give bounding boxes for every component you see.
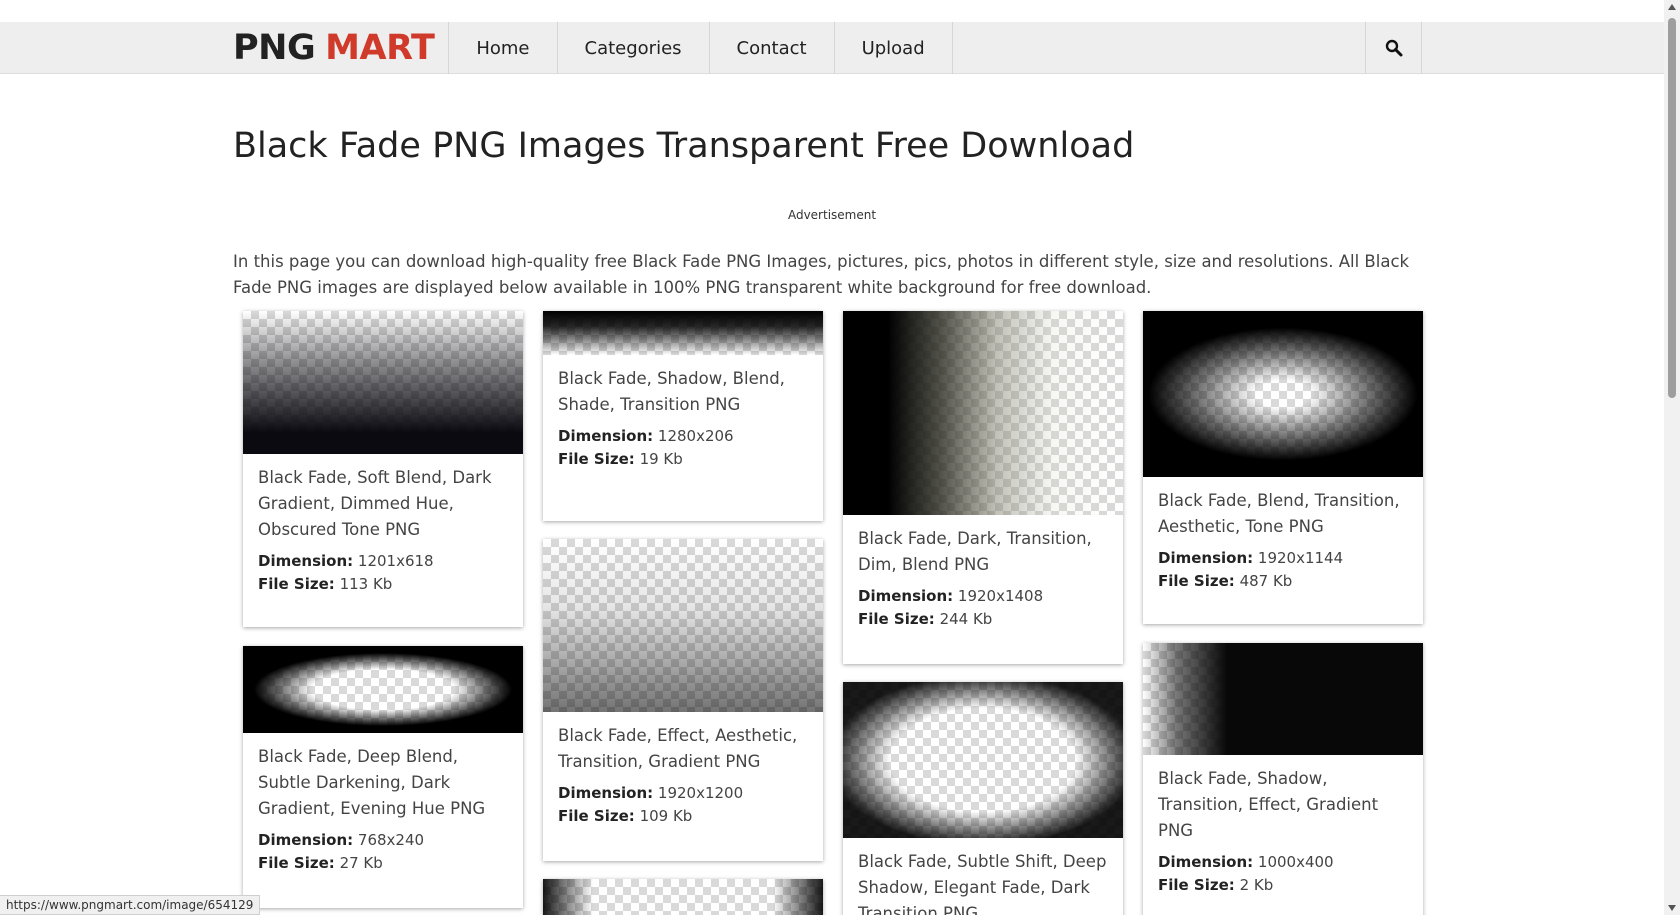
card-meta: Dimension: 1920x1408 File Size: 244 Kb [858, 585, 1108, 631]
scroll-up-arrow-icon[interactable] [1668, 4, 1676, 10]
dimension-label: Dimension: [858, 587, 954, 605]
image-card[interactable]: Black Fade, Effect, Aesthetic, Transitio… [543, 539, 823, 861]
file-size-label: File Size: [258, 854, 335, 872]
dimension-value: 1000x400 [1257, 853, 1334, 871]
file-size-label: File Size: [558, 450, 635, 468]
card-title: Black Fade, Soft Blend, Dark Gradient, D… [258, 468, 492, 539]
dimension-label: Dimension: [558, 784, 654, 802]
scroll-down-arrow-icon[interactable] [1668, 905, 1676, 911]
card-meta: Dimension: 1280x206 File Size: 19 Kb [558, 425, 808, 471]
file-size-label: File Size: [1158, 572, 1235, 590]
card-title: Black Fade, Shadow, Transition, Effect, … [1158, 769, 1379, 840]
card-meta: Dimension: 1920x1144 File Size: 487 Kb [1158, 547, 1408, 593]
thumbnail-image [543, 879, 823, 915]
thumbnail-image [543, 539, 823, 712]
image-card[interactable]: Black Fade, Shadow, Transition, Effect, … [1143, 643, 1423, 915]
nav-inner: PNG MART Home Categories Contact Upload [233, 22, 953, 74]
dimension-value: 1920x1408 [957, 587, 1044, 605]
thumbnail-image [243, 311, 523, 454]
card-meta: Dimension: 1000x400 File Size: 2 Kb [1158, 851, 1408, 897]
dimension-value: 1920x1200 [657, 784, 744, 802]
dimension-label: Dimension: [258, 552, 354, 570]
vertical-scrollbar[interactable] [1664, 0, 1680, 915]
card-title: Black Fade, Dark, Transition, Dim, Blend… [858, 529, 1092, 574]
nav-home[interactable]: Home [449, 22, 558, 74]
card-title: Black Fade, Shadow, Blend, Shade, Transi… [558, 369, 785, 414]
logo-text-mart: MART [325, 28, 435, 68]
scrollbar-thumb[interactable] [1668, 18, 1676, 398]
file-size-label: File Size: [558, 807, 635, 825]
image-card[interactable]: Black Fade, Shadow, Blend, Shade, Transi… [543, 311, 823, 521]
navbar: PNG MART Home Categories Contact Upload [0, 22, 1664, 74]
card-title: Black Fade, Blend, Transition, Aesthetic… [1158, 491, 1400, 536]
thumbnail-image [843, 311, 1123, 515]
top-strip [0, 0, 1680, 22]
dimension-value: 768x240 [357, 831, 425, 849]
image-card[interactable] [543, 879, 823, 915]
page-title: Black Fade PNG Images Transparent Free D… [233, 126, 1135, 166]
thumbnail-image [843, 682, 1123, 838]
image-card[interactable]: Black Fade, Dark, Transition, Dim, Blend… [843, 311, 1123, 664]
card-title: Black Fade, Deep Blend, Subtle Darkening… [258, 747, 486, 818]
image-card[interactable]: Black Fade, Deep Blend, Subtle Darkening… [243, 646, 523, 908]
search-icon [1385, 39, 1402, 57]
intro-text: In this page you can download high-quali… [233, 252, 1410, 297]
card-title: Black Fade, Effect, Aesthetic, Transitio… [558, 726, 798, 771]
status-bar-url: https://www.pngmart.com/image/654129 [0, 895, 261, 915]
image-card[interactable]: Black Fade, Blend, Transition, Aesthetic… [1143, 311, 1423, 624]
file-size-value: 244 Kb [939, 610, 993, 628]
file-size-value: 487 Kb [1239, 572, 1293, 590]
card-meta: Dimension: 1201x618 File Size: 113 Kb [258, 550, 508, 596]
search-button[interactable] [1365, 22, 1422, 74]
file-size-value: 113 Kb [339, 575, 393, 593]
dimension-label: Dimension: [1158, 853, 1254, 871]
file-size-value: 27 Kb [339, 854, 383, 872]
site-logo[interactable]: PNG MART [233, 22, 450, 74]
file-size-label: File Size: [258, 575, 335, 593]
file-size-value: 109 Kb [639, 807, 693, 825]
image-card[interactable]: Black Fade, Subtle Shift, Deep Shadow, E… [843, 682, 1123, 915]
thumbnail-image [1143, 311, 1423, 477]
nav-contact[interactable]: Contact [710, 22, 835, 74]
logo-text-png: PNG [233, 28, 316, 68]
file-size-label: File Size: [858, 610, 935, 628]
dimension-value: 1280x206 [657, 427, 734, 445]
thumbnail-image [1143, 643, 1423, 755]
advertisement-label: Advertisement [787, 208, 877, 222]
thumbnail-image [543, 311, 823, 355]
dimension-label: Dimension: [258, 831, 354, 849]
file-size-value: 19 Kb [639, 450, 683, 468]
file-size-value: 2 Kb [1239, 876, 1274, 894]
dimension-label: Dimension: [558, 427, 654, 445]
card-title: Black Fade, Subtle Shift, Deep Shadow, E… [858, 852, 1107, 915]
dimension-value: 1920x1144 [1257, 549, 1344, 567]
card-meta: Dimension: 1920x1200 File Size: 109 Kb [558, 782, 808, 828]
nav-categories[interactable]: Categories [558, 22, 710, 74]
dimension-label: Dimension: [1158, 549, 1254, 567]
nav-upload[interactable]: Upload [835, 22, 953, 74]
card-meta: Dimension: 768x240 File Size: 27 Kb [258, 829, 508, 875]
image-card[interactable]: Black Fade, Soft Blend, Dark Gradient, D… [243, 311, 523, 627]
thumbnail-image [243, 646, 523, 733]
file-size-label: File Size: [1158, 876, 1235, 894]
dimension-value: 1201x618 [357, 552, 434, 570]
